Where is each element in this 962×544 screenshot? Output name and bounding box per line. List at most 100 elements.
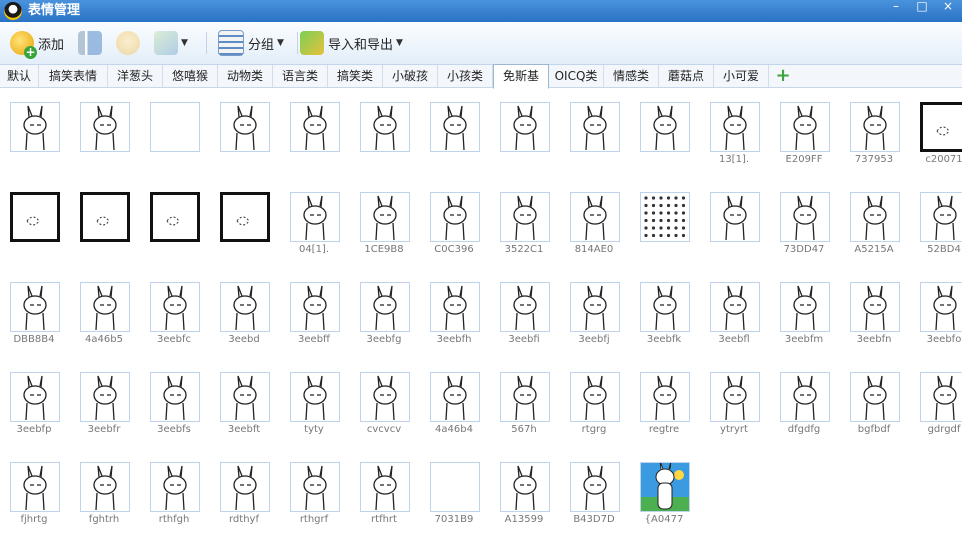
emoticon-thumbnail[interactable] (570, 462, 620, 512)
emoticon-item[interactable]: 3eebfh (420, 268, 480, 345)
emoticon-item[interactable] (140, 178, 200, 248)
emoticon-item[interactable]: 3522C1 (490, 178, 550, 255)
emoticon-item[interactable]: A13599 (490, 448, 550, 525)
emoticon-thumbnail[interactable] (360, 372, 410, 422)
emoticon-thumbnail[interactable] (500, 372, 550, 422)
tab-category[interactable]: 语言类 (273, 65, 328, 87)
emoticon-item[interactable]: dfgdfg (770, 358, 830, 435)
emoticon-item[interactable]: 3eebfi (490, 268, 550, 345)
emoticon-thumbnail[interactable] (150, 102, 200, 152)
emoticon-item[interactable]: bgfbdf (840, 358, 900, 435)
emoticon-item[interactable]: C0C396 (420, 178, 480, 255)
emoticon-item[interactable] (0, 178, 60, 248)
emoticon-item[interactable]: rtfhrt (350, 448, 410, 525)
emoticon-item[interactable] (0, 88, 60, 158)
emoticon-thumbnail[interactable] (430, 462, 480, 512)
emoticon-item[interactable]: 3eebfc (140, 268, 200, 345)
emoticon-item[interactable]: 13[1]. (700, 88, 760, 165)
emoticon-item[interactable] (700, 178, 760, 248)
emoticon-thumbnail[interactable] (150, 192, 200, 242)
emoticon-thumbnail[interactable] (780, 102, 830, 152)
emoticon-thumbnail[interactable] (360, 102, 410, 152)
emoticon-item[interactable]: gdrgdf (910, 358, 962, 435)
emoticon-item[interactable]: DBB8B4 (0, 268, 60, 345)
emoticon-item[interactable]: 814AE0 (560, 178, 620, 255)
emoticon-thumbnail[interactable] (150, 372, 200, 422)
emoticon-item[interactable]: 737953 (840, 88, 900, 165)
emoticon-item[interactable] (630, 178, 690, 248)
emoticon-thumbnail[interactable] (10, 462, 60, 512)
plus-icon[interactable]: + (775, 67, 791, 85)
emoticon-item[interactable]: ytryrt (700, 358, 760, 435)
emoticon-thumbnail[interactable] (290, 192, 340, 242)
emoticon-thumbnail[interactable] (780, 192, 830, 242)
emoticon-item[interactable]: 3eebft (210, 358, 270, 435)
emoticon-thumbnail[interactable] (220, 102, 270, 152)
tab-category[interactable]: 小可爱 (714, 65, 769, 87)
emoticon-thumbnail[interactable] (360, 462, 410, 512)
emoticon-thumbnail[interactable] (220, 192, 270, 242)
emoticon-item[interactable]: 3eebfo (910, 268, 962, 345)
emoticon-item[interactable]: 04[1]. (280, 178, 340, 255)
emoticon-thumbnail[interactable] (290, 102, 340, 152)
emoticon-thumbnail[interactable] (710, 282, 760, 332)
emoticon-thumbnail[interactable] (10, 372, 60, 422)
emoticon-item[interactable]: c20071 (910, 88, 962, 165)
emoticon-thumbnail[interactable] (500, 462, 550, 512)
emoticon-item[interactable]: rdthyf (210, 448, 270, 525)
emoticon-item[interactable]: 4a46b4 (420, 358, 480, 435)
emoticon-thumbnail[interactable] (640, 192, 690, 242)
emoticon-thumbnail[interactable] (360, 192, 410, 242)
emoticon-item[interactable]: fghtrh (70, 448, 130, 525)
emoticon-thumbnail[interactable] (150, 462, 200, 512)
emoticon-thumbnail[interactable] (290, 462, 340, 512)
emoticon-thumbnail[interactable] (920, 282, 962, 332)
emoticon-item[interactable] (210, 178, 270, 248)
import-export-button[interactable]: 导入和导出 ▼ (300, 29, 403, 57)
emoticon-item[interactable] (560, 88, 620, 158)
emoticon-thumbnail[interactable] (360, 282, 410, 332)
emoticon-item[interactable]: rthgrf (280, 448, 340, 525)
emoticon-item[interactable] (210, 88, 270, 158)
emoticon-thumbnail[interactable] (80, 372, 130, 422)
emoticon-thumbnail[interactable] (850, 102, 900, 152)
emoticon-thumbnail[interactable] (570, 192, 620, 242)
emoticon-item[interactable]: 7031B9 (420, 448, 480, 525)
emoticon-item[interactable]: B43D7D (560, 448, 620, 525)
emoticon-item[interactable]: 52BD4 (910, 178, 962, 255)
emoticon-item[interactable]: 73DD47 (770, 178, 830, 255)
emoticon-item[interactable]: 3eebfs (140, 358, 200, 435)
emoticon-item[interactable] (420, 88, 480, 158)
face-button[interactable] (116, 29, 140, 57)
emoticon-thumbnail[interactable] (500, 192, 550, 242)
emoticon-item[interactable]: {A0477 (630, 448, 690, 525)
emoticon-item[interactable]: regtre (630, 358, 690, 435)
emoticon-item[interactable]: 567h (490, 358, 550, 435)
emoticon-thumbnail[interactable] (710, 372, 760, 422)
emoticon-item[interactable] (140, 88, 200, 158)
emoticon-item[interactable]: 3eebff (280, 268, 340, 345)
tab-category[interactable]: OICQ类 (549, 65, 604, 87)
emoticon-thumbnail[interactable] (150, 282, 200, 332)
tab-category[interactable]: 动物类 (218, 65, 273, 87)
emoticon-item[interactable]: 3eebfj (560, 268, 620, 345)
tab-category[interactable]: 小破孩 (383, 65, 438, 87)
emoticon-item[interactable] (280, 88, 340, 158)
tab-category[interactable]: 蘑菇点 (659, 65, 714, 87)
tab-category[interactable]: 搞笑类 (328, 65, 383, 87)
emoticon-item[interactable] (490, 88, 550, 158)
emoticon-thumbnail[interactable] (640, 462, 690, 512)
emoticon-thumbnail[interactable] (80, 192, 130, 242)
emoticon-item[interactable] (70, 178, 130, 248)
tab-category[interactable]: 小孩类 (438, 65, 493, 87)
emoticon-item[interactable]: rthfgh (140, 448, 200, 525)
emoticon-thumbnail[interactable] (920, 102, 962, 152)
emoticon-item[interactable]: 3eebd (210, 268, 270, 345)
group-button[interactable]: 分组 ▼ (218, 29, 284, 57)
image-dropdown-button[interactable]: ▼ (154, 29, 188, 57)
emoticon-item[interactable]: 3eebfk (630, 268, 690, 345)
emoticon-thumbnail[interactable] (850, 282, 900, 332)
tab-category[interactable]: 默认 (0, 65, 39, 87)
emoticon-item[interactable] (630, 88, 690, 158)
emoticon-thumbnail[interactable] (10, 192, 60, 242)
